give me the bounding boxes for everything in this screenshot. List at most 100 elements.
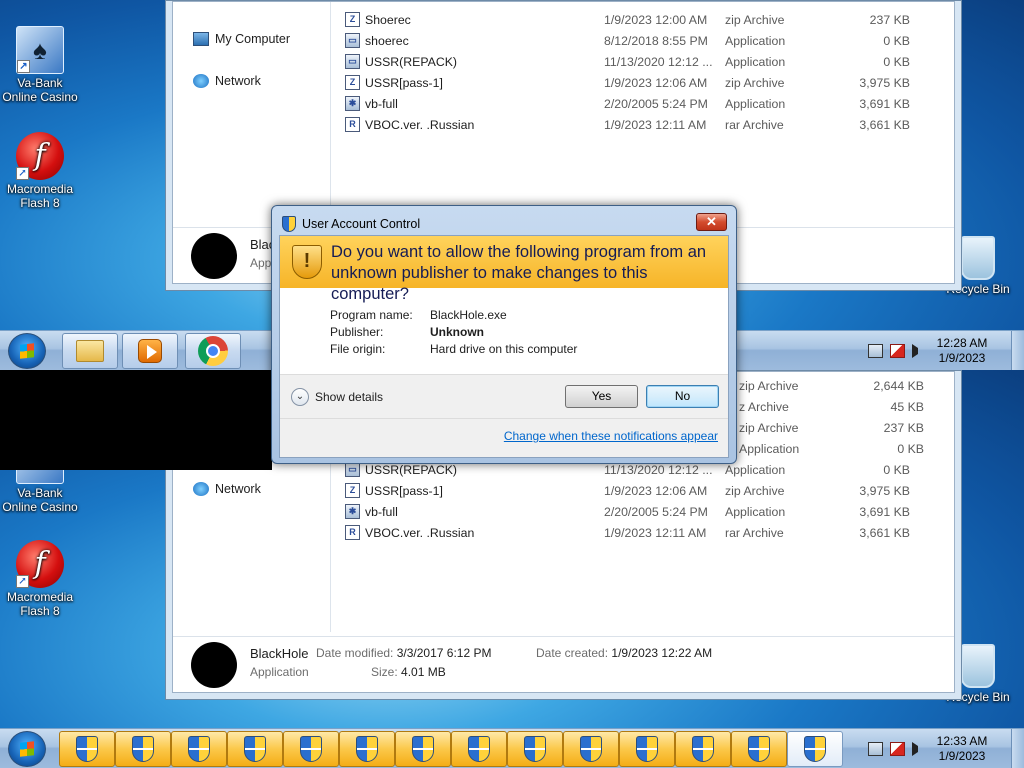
start-button[interactable] [8,731,46,767]
file-size: 3,975 KB [859,75,910,90]
uac-shield-icon [356,736,378,762]
taskbar-uac-button[interactable] [283,731,339,767]
file-date: 1/9/2023 12:06 AM [604,483,708,498]
desktop-icon-flash[interactable]: f ↗ Macromedia Flash 8 [0,132,80,210]
file-type: rar Archive [725,525,784,540]
change-notifications-link[interactable]: Change when these notifications appear [504,429,718,443]
nav-item-network[interactable]: Network [193,482,261,496]
network-status-icon[interactable] [868,344,883,358]
show-details-label: Show details [315,390,384,404]
details-file-type: App [250,256,272,270]
desktop-icon-label: Va-Bank [17,76,63,90]
publisher-value: Unknown [430,325,484,339]
created-value: 1/9/2023 12:22 AM [611,646,713,660]
taskbar-explorer-button[interactable] [62,333,118,369]
nav-item-my-computer[interactable]: My Computer [193,32,290,46]
file-size: 3,661 KB [859,117,910,132]
close-button[interactable]: ✕ [696,213,727,231]
size-value: 4.01 MB [401,665,446,679]
no-button[interactable]: No [646,385,719,408]
file-row[interactable]: Z USSR[pass-1] 1/9/2023 12:06 AM zip Archiv… [345,72,910,93]
taskbar-uac-button-active[interactable] [787,731,843,767]
file-row[interactable]: ✱ vb-full 2/20/2005 5:24 PM Application 3,69… [345,93,910,114]
file-size: 3,691 KB [859,96,910,111]
taskbar-uac-button[interactable] [339,731,395,767]
taskbar-uac-button[interactable] [115,731,171,767]
file-name: USSR[pass-1] [365,75,443,90]
show-desktop-button[interactable] [1011,729,1024,768]
system-tray: 12:33 AM 1/9/2023 [868,729,993,768]
desktop-icon-label: Va-Bank [17,486,63,500]
file-row[interactable]: Z USSR[pass-1] 1/9/2023 12:06 AM zip Archiv… [345,480,910,501]
cards-icon: ♠ ↗ [16,26,64,74]
nav-item-network[interactable]: Network [193,74,261,88]
desktop-icon-flash[interactable]: f ↗ Macromedia Flash 8 [0,540,80,618]
zip-icon: Z [345,12,360,27]
uac-footer: ⌄ Show details Yes No Change when these … [280,374,728,457]
system-tray: 12:28 AM 1/9/2023 [868,331,993,371]
file-size: 237 KB [869,12,910,27]
file-row[interactable]: Z Shoerec 1/9/2023 12:00 AM zip Archive 237 … [345,9,910,30]
file-row-partial[interactable]: zip Archive 2,644 KB [739,375,924,396]
file-row[interactable]: R VBOC.ver. .Russian 1/9/2023 12:11 AM rar … [345,114,910,135]
close-icon: ✕ [706,214,717,229]
start-button[interactable] [8,333,46,369]
file-row[interactable]: ▭ shoerec 8/12/2018 8:55 PM Application 0 KB [345,30,910,51]
show-details-toggle[interactable]: ⌄ Show details [291,388,383,406]
uac-shield-icon [692,736,714,762]
network-icon [193,482,209,496]
details-modified: Date modified: 3/3/2017 6:12 PM [316,646,491,660]
publisher-label: Publisher: [330,325,384,339]
uac-shield-icon [804,736,826,762]
taskbar-uac-button[interactable] [619,731,675,767]
file-row[interactable]: ▭ USSR(REPACK) 11/13/2020 12:12 ... Applica… [345,51,910,72]
desktop-icon-label: Flash 8 [20,604,60,618]
taskbar-uac-button[interactable] [507,731,563,767]
taskbar-uac-button[interactable] [451,731,507,767]
volume-icon[interactable] [912,742,924,756]
yes-button[interactable]: Yes [565,385,638,408]
taskbar-uac-button[interactable] [59,731,115,767]
application-icon: ✱ [345,96,360,111]
taskbar-media-player-button[interactable] [122,333,178,369]
file-row-partial[interactable]: zip Archive 237 KB [739,417,924,438]
file-size: 3,691 KB [859,504,910,519]
details-file-name: BlackHole [250,646,309,661]
taskbar-uac-button[interactable] [171,731,227,767]
uac-shield-icon [748,736,770,762]
file-name: Shoerec [365,12,411,27]
action-center-icon[interactable] [890,344,905,358]
details-file-type: Application [250,665,309,679]
program-name-label: Program name: [330,308,413,322]
file-row[interactable]: ✱ vb-full 2/20/2005 5:24 PM Application 3,69… [345,501,910,522]
zip-icon: Z [345,483,360,498]
file-size: 0 KB [883,33,910,48]
file-row-partial[interactable]: Application 0 KB [739,438,924,459]
redacted-file-icon [191,642,237,688]
taskbar-uac-button[interactable] [675,731,731,767]
uac-shield-icon [76,736,98,762]
clock[interactable]: 12:28 AM 1/9/2023 [931,336,993,366]
network-status-icon[interactable] [868,742,883,756]
action-center-icon[interactable] [890,742,905,756]
file-type: Application [725,96,786,111]
show-desktop-button[interactable] [1011,331,1024,371]
desktop-icon-va-bank[interactable]: ♠ ↗ Va-Bank Online Casino [0,26,80,104]
taskbar-uac-button[interactable] [395,731,451,767]
network-icon [193,74,209,88]
taskbar-chrome-button[interactable] [185,333,241,369]
taskbar-uac-button[interactable] [563,731,619,767]
file-name: USSR(REPACK) [365,462,458,477]
uac-shield-icon [132,736,154,762]
taskbar-uac-button[interactable] [731,731,787,767]
size-label: Size: [371,665,398,679]
clock[interactable]: 12:33 AM 1/9/2023 [931,734,993,764]
details-created: Date created: 1/9/2023 12:22 AM [536,646,712,660]
taskbar-bottom: 12:33 AM 1/9/2023 [0,728,1024,768]
divider [280,418,728,419]
volume-icon[interactable] [912,344,924,358]
file-row-partial[interactable]: z Archive 45 KB [739,396,924,417]
chevron-down-icon: ⌄ [291,388,309,406]
file-row[interactable]: R VBOC.ver. .Russian 1/9/2023 12:11 AM rar … [345,522,910,543]
taskbar-uac-button[interactable] [227,731,283,767]
